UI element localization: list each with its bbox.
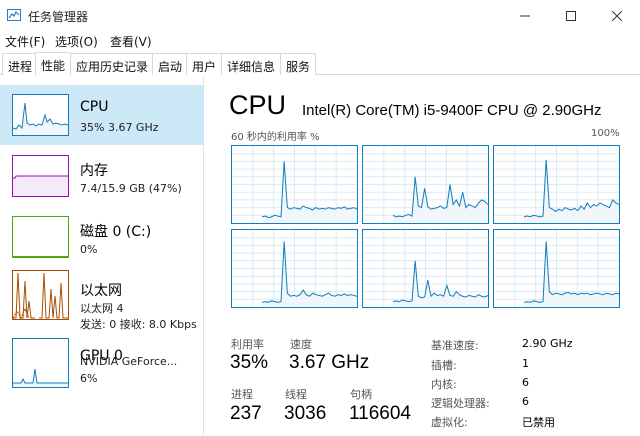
memory-graph-icon <box>12 155 69 197</box>
processes-label: 进程 <box>231 388 253 401</box>
sidebar-item-title: 磁盘 0 (C:) <box>80 224 152 240</box>
core-graph-6 <box>493 229 620 308</box>
menu-bar: 文件(F) 选项(O) 查看(V) <box>0 31 640 51</box>
info-label: 插槽: <box>431 359 457 372</box>
tab-bar: 进程 性能 应用历史记录 启动 用户 详细信息 服务 <box>0 52 640 76</box>
sidebar-item-title: 以太网 <box>80 283 122 299</box>
menu-file[interactable]: 文件(F) <box>5 33 45 50</box>
minimize-icon <box>520 15 530 16</box>
info-label: 虚拟化: <box>431 416 468 429</box>
task-manager-icon <box>7 9 21 21</box>
utilization-value: 35% <box>230 352 269 373</box>
sidebar-item-detail-2: 6% <box>80 372 98 385</box>
gpu-graph-icon <box>12 338 69 388</box>
sidebar-item-detail: 以太网 4 <box>80 302 124 315</box>
maximize-icon <box>566 10 576 21</box>
sidebar-item-ethernet[interactable]: 以太网 以太网 4 发送: 0 接收: 8.0 Kbps <box>0 266 204 331</box>
info-label: 逻辑处理器: <box>431 397 490 410</box>
menu-view[interactable]: 查看(V) <box>110 33 152 50</box>
disk-graph-icon <box>12 216 69 258</box>
close-icon <box>612 10 622 21</box>
sidebar-item-disk[interactable]: 磁盘 0 (C:) 0% <box>0 207 204 267</box>
close-button[interactable] <box>594 0 640 31</box>
graph-max-label: 100% <box>591 128 620 139</box>
cpu-model: Intel(R) Core(TM) i5-9400F CPU @ 2.90GHz <box>302 102 602 119</box>
sidebar-item-gpu[interactable]: GPU 0 NVIDIA GeForce... 6% <box>0 334 204 394</box>
core-graph-5 <box>362 229 489 308</box>
minimize-button[interactable] <box>502 0 548 31</box>
page-title: CPU <box>229 90 287 120</box>
sidebar-item-cpu[interactable]: CPU 35% 3.67 GHz <box>0 85 204 145</box>
sidebar-item-title: 内存 <box>80 163 108 179</box>
window-title: 任务管理器 <box>28 10 89 24</box>
threads-value: 3036 <box>284 403 327 424</box>
info-value: 6 <box>522 376 529 389</box>
tab-app-history[interactable]: 应用历史记录 <box>70 53 155 75</box>
handles-value: 116604 <box>349 403 411 424</box>
core-graph-grid <box>231 145 620 308</box>
core-graph-2 <box>362 145 489 224</box>
info-label: 内核: <box>431 378 457 391</box>
graph-label: 60 秒内的利用率 % <box>231 132 320 143</box>
tab-users[interactable]: 用户 <box>186 53 223 75</box>
core-graph-1 <box>231 145 358 224</box>
ethernet-graph-icon <box>12 270 69 320</box>
sidebar-item-detail: NVIDIA GeForce... <box>80 355 178 368</box>
cpu-graph-icon <box>12 94 69 136</box>
info-value: 6 <box>522 395 529 408</box>
sidebar-item-detail: 35% 3.67 GHz <box>80 121 159 134</box>
speed-label: 速度 <box>290 338 312 351</box>
core-graph-3 <box>493 145 620 224</box>
maximize-button[interactable] <box>548 0 594 31</box>
sidebar-item-memory[interactable]: 内存 7.4/15.9 GB (47%) <box>0 146 204 206</box>
resource-list: CPU 35% 3.67 GHz 内存 7.4/15.9 GB (47%) 磁盘… <box>0 76 204 436</box>
core-graph-4 <box>231 229 358 308</box>
cpu-detail-panel: CPU Intel(R) Core(TM) i5-9400F CPU @ 2.9… <box>205 76 640 436</box>
menu-options[interactable]: 选项(O) <box>55 33 98 50</box>
info-label: 基准速度: <box>431 339 479 352</box>
tab-services[interactable]: 服务 <box>280 53 317 75</box>
title-bar[interactable]: 任务管理器 <box>0 0 640 31</box>
speed-value: 3.67 GHz <box>289 352 370 373</box>
sidebar-item-detail: 0% <box>80 243 98 256</box>
sidebar-item-detail: 7.4/15.9 GB (47%) <box>80 182 182 195</box>
processes-value: 237 <box>230 403 262 424</box>
info-value: 已禁用 <box>522 416 555 429</box>
tab-startup[interactable]: 启动 <box>152 53 189 75</box>
threads-label: 线程 <box>285 388 307 401</box>
info-value: 2.90 GHz <box>522 337 573 350</box>
info-value: 1 <box>522 357 529 370</box>
tab-processes[interactable]: 进程 <box>2 53 39 75</box>
sidebar-item-title: CPU <box>80 99 109 115</box>
tab-performance[interactable]: 性能 <box>35 52 72 76</box>
handles-label: 句柄 <box>350 388 372 401</box>
sidebar-item-detail-2: 发送: 0 接收: 8.0 Kbps <box>80 318 197 331</box>
utilization-label: 利用率 <box>231 338 264 351</box>
tab-details[interactable]: 详细信息 <box>221 53 282 75</box>
